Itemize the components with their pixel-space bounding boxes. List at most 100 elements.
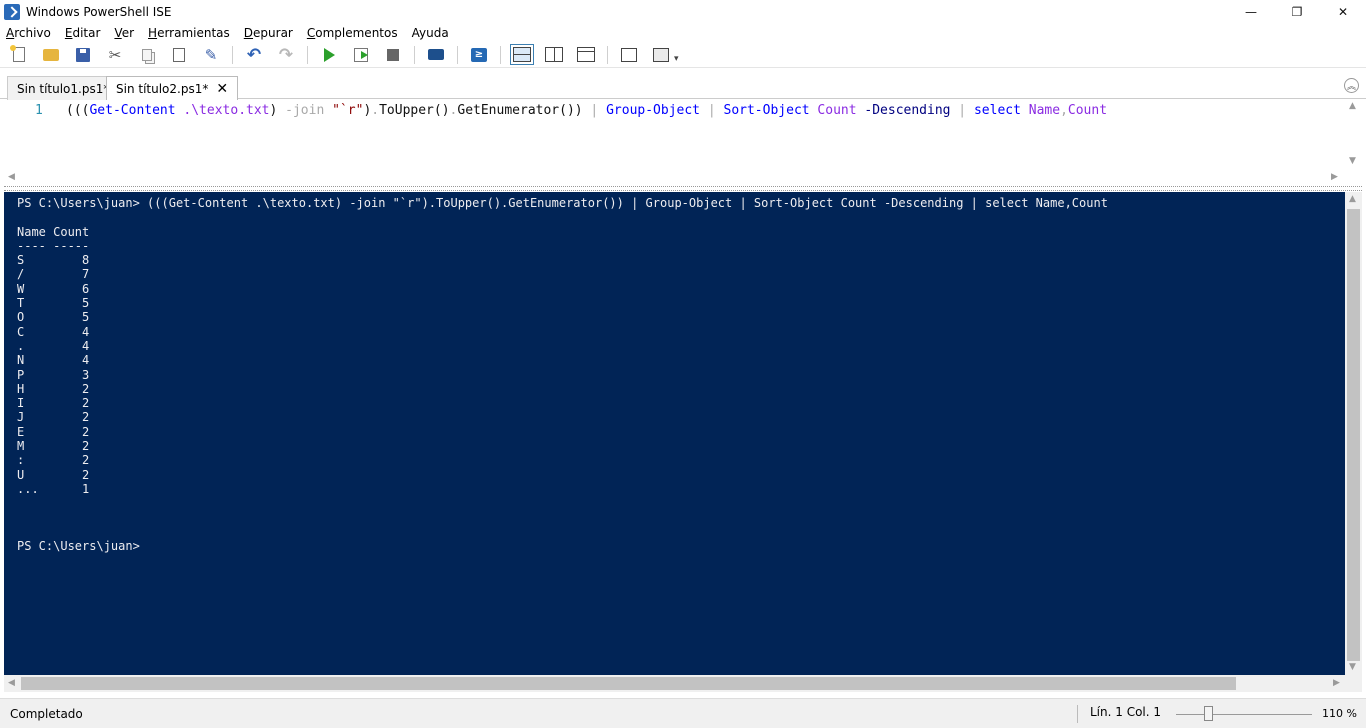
menu-archivo-rest: rchivo [14,25,51,40]
clear-console-button[interactable]: ✎ [200,44,222,66]
menu-editar[interactable]: Editar [65,26,101,40]
menu-herramientas[interactable]: Herramientas [148,26,230,40]
cut-icon: ✂ [108,45,122,64]
console-pane[interactable]: PS C:\Users\juan> (((Get-Content .\texto… [4,192,1345,675]
save-icon [76,47,90,62]
paste-button[interactable] [168,44,190,66]
code-token: | [950,103,974,118]
show-commands-button[interactable] [618,44,640,66]
menu-depurar-key: D [243,25,254,40]
window-controls: — ❐ ✕ [1228,0,1366,23]
copy-icon [142,48,152,61]
layout-maximized-icon [577,47,595,62]
layout-right-button[interactable] [543,44,565,66]
scroll-up-icon[interactable]: ▲ [1349,194,1356,204]
remote-powershell-icon [428,49,444,60]
console-horizontal-scrollbar[interactable]: ◀ ▶ [4,675,1345,692]
scroll-down-icon[interactable]: ▼ [1349,156,1356,166]
run-selection-icon [354,47,368,62]
run-script-icon [323,47,335,62]
toolbar: ✂ ✎ ↶ ↷ ≥ ▾ [0,42,1366,68]
menu-editar-rest: ditar [72,25,101,40]
code-token: .\texto.txt [183,103,270,118]
menu-herramientas-rest: erramientas [157,25,230,40]
code-line[interactable]: (((Get-Content .\texto.txt) -join "`r").… [66,103,1107,118]
undo-button[interactable]: ↶ [243,44,265,66]
toolbar-overflow-icon[interactable]: ▾ [674,54,679,64]
pane-splitter[interactable] [4,186,1362,191]
close-tab-icon[interactable]: ✕ [216,81,228,97]
scroll-down-icon[interactable]: ▼ [1349,662,1356,672]
scroll-up-icon[interactable]: ▲ [1349,101,1356,111]
run-script-button[interactable] [318,44,340,66]
powershell-console-button[interactable]: ≥ [468,44,490,66]
menu-ver-key: V [114,25,122,40]
toolbar-separator [500,45,501,64]
cut-button[interactable]: ✂ [104,44,126,66]
code-token: ()) [559,103,583,118]
menu-depurar[interactable]: Depurar [244,26,293,40]
open-icon [43,48,59,61]
new-script-icon [13,47,25,62]
menu-complementos[interactable]: Complementos [307,26,398,40]
remote-powershell-button[interactable] [425,44,447,66]
save-button[interactable] [72,44,94,66]
scroll-right-icon[interactable]: ▶ [1331,172,1338,182]
close-button[interactable]: ✕ [1320,0,1366,23]
toolbar-separator [457,45,458,64]
code-token: Group-Object [606,103,701,118]
copy-button[interactable] [136,44,158,66]
tab-sin-titulo2[interactable]: Sin título2.ps1* ✕ [106,76,239,101]
menu-ayuda[interactable]: Ayuda [412,26,449,40]
toolbar-separator [414,45,415,64]
editor-horizontal-scrollbar[interactable]: ◀ ▶ [4,171,1345,185]
tab-sin-titulo1[interactable]: Sin título1.ps1* [7,76,120,100]
minimize-button[interactable]: — [1228,0,1274,23]
script-tab-strip: Sin título1.ps1* Sin título2.ps1* ✕ ︽ [0,70,1366,101]
layout-top-button[interactable] [510,44,534,66]
code-token: Sort-Object [723,103,810,118]
code-token: select [973,103,1021,118]
zoom-level: 110 % [1322,707,1357,720]
console-vertical-scrollbar[interactable]: ▲ ▼ [1345,192,1362,675]
maximize-button[interactable]: ❐ [1274,0,1320,23]
menu-ver[interactable]: Ver [114,26,134,40]
menu-ayuda-key: A [411,25,419,40]
paste-icon [173,47,185,62]
zoom-slider-track[interactable] [1176,714,1312,715]
status-text: Completado [10,707,83,721]
code-token: Get-Content [89,103,176,118]
toolbar-separator [607,45,608,64]
menu-archivo[interactable]: Archivo [6,26,51,40]
zoom-slider-thumb[interactable] [1204,706,1213,721]
powershell-console-icon: ≥ [471,47,487,62]
stop-icon [387,48,399,61]
editor-vertical-scrollbar[interactable]: ▲ ▼ [1345,100,1362,185]
menu-ver-rest: er [121,25,135,40]
code-token: ((( [66,103,90,118]
script-editor[interactable]: 1 (((Get-Content .\texto.txt) -join "`r"… [4,100,1362,185]
menu-complementos-rest: omplementos [315,25,398,40]
run-selection-button[interactable] [350,44,372,66]
scroll-left-icon[interactable]: ◀ [8,172,15,182]
redo-icon: ↷ [278,44,294,65]
redo-button[interactable]: ↷ [275,44,297,66]
scrollbar-thumb[interactable] [1347,209,1360,661]
collapse-script-pane-button[interactable]: ︽ [1344,78,1359,93]
scroll-right-icon[interactable]: ▶ [1333,678,1340,688]
stop-button[interactable] [382,44,404,66]
new-script-button[interactable] [8,44,30,66]
menu-complementos-key: C [306,25,316,40]
scrollbar-thumb[interactable] [21,677,1236,690]
scroll-left-icon[interactable]: ◀ [8,678,15,688]
code-token: Name [1028,103,1061,118]
tab-label: Sin título1.ps1* [17,81,110,96]
undo-icon: ↶ [246,44,262,65]
open-button[interactable] [40,44,62,66]
menu-bar: Archivo Editar Ver Herramientas Depurar … [0,23,1366,42]
code-token: Count [1067,103,1108,118]
show-addon-button[interactable] [650,44,672,66]
code-token: | [582,103,607,118]
show-addon-icon [653,47,669,62]
layout-maximized-button[interactable] [575,44,597,66]
